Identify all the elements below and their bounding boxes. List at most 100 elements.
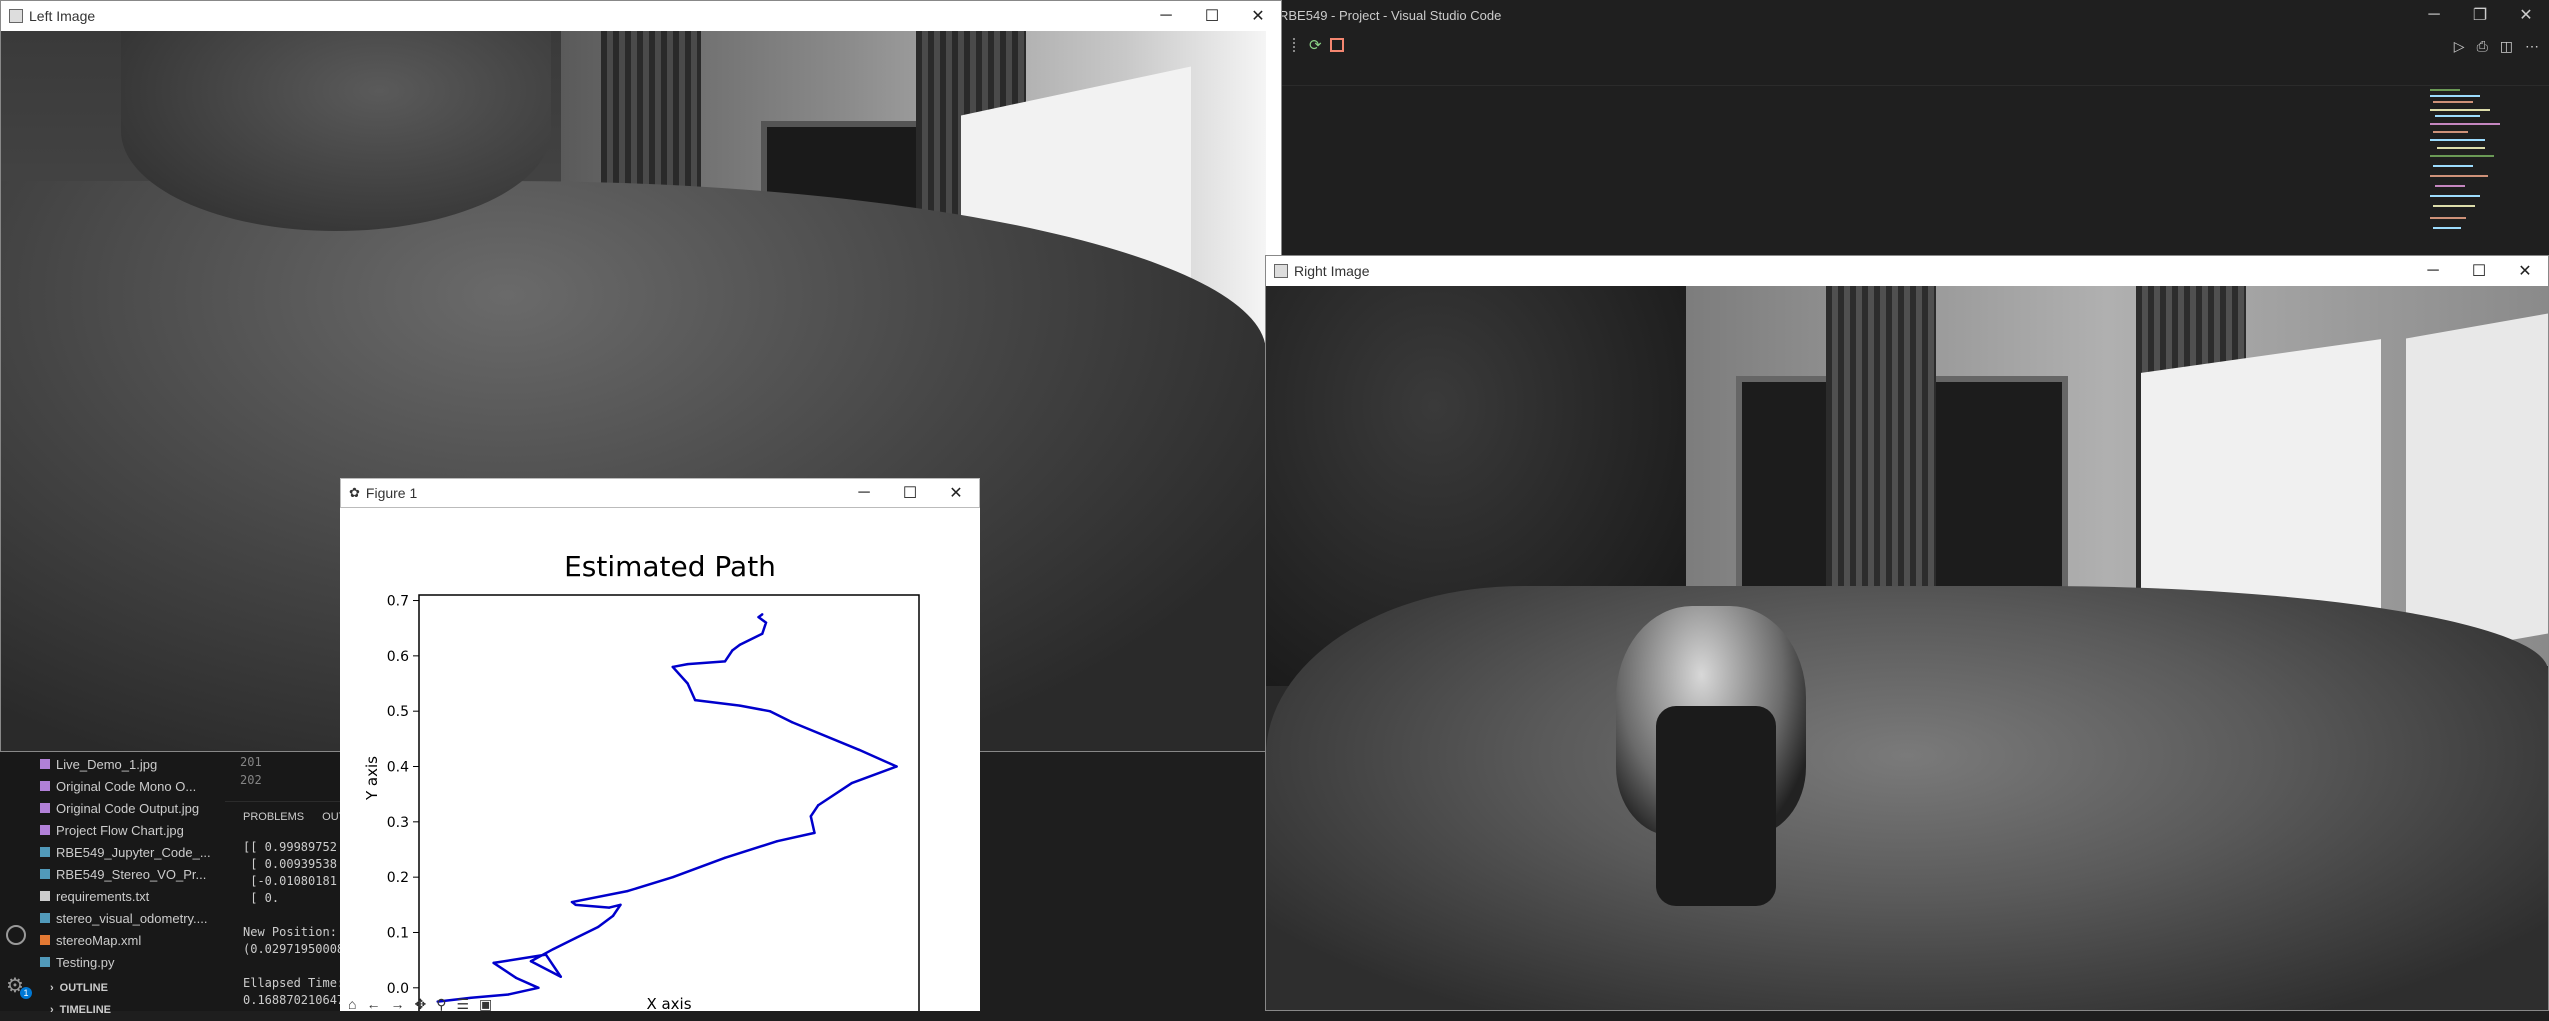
y-axis-label: Y axis [363, 756, 381, 801]
path-point [686, 662, 689, 666]
y-tick-label: 0.5 [387, 704, 409, 720]
home-icon[interactable]: ⌂ [348, 996, 356, 1011]
path-point [626, 889, 630, 893]
right-camera-image [1266, 286, 2548, 1010]
path-point [574, 936, 577, 940]
maximize-button[interactable]: ☐ [1189, 1, 1235, 31]
outline-section[interactable]: › OUTLINE [0, 977, 225, 999]
path-point [776, 839, 779, 843]
forward-icon[interactable]: → [390, 996, 404, 1011]
explorer-file-item[interactable]: Original Code Output.jpg [0, 797, 225, 819]
image-file-icon [40, 759, 50, 769]
maximize-button[interactable]: ☐ [887, 479, 933, 507]
path-point [738, 643, 742, 646]
stop-icon[interactable] [1329, 38, 1344, 52]
path-point [768, 709, 771, 713]
path-point [858, 748, 861, 752]
figure-canvas: Estimated Path X axis Y axis −0.010.000.… [340, 508, 980, 1011]
close-button[interactable]: ✕ [933, 479, 979, 507]
terminal-line: [ 0.00939538 [243, 857, 337, 871]
back-icon[interactable]: ← [366, 996, 380, 1011]
more-actions-icon[interactable]: ⋯ [2525, 38, 2539, 55]
y-tick-label: 0.4 [387, 760, 409, 776]
y-tick-label: 0.3 [387, 815, 409, 831]
image-file-icon [40, 825, 50, 835]
right-titlebar: Right Image ─ ☐ ✕ [1266, 256, 2548, 286]
vscode-title: RBE549 - Project - Visual Studio Code [1279, 7, 1502, 23]
text-file-icon [40, 891, 50, 901]
tab-problems[interactable]: PROBLEMS [243, 811, 304, 823]
explorer-file-item[interactable]: Live_Demo_1.jpg [0, 753, 225, 775]
figure-toolbar: ⌂ ← → ✥ ⚲ ☰ ▣ [340, 996, 988, 1011]
path-point [809, 815, 812, 818]
path-point [761, 632, 764, 635]
close-button[interactable]: ✕ [1235, 1, 1281, 31]
panel-separator [225, 801, 345, 802]
minimap[interactable] [2425, 85, 2515, 255]
image-file-icon [40, 781, 50, 791]
xml-file-icon [40, 935, 50, 945]
explorer-file-item[interactable]: Project Flow Chart.jpg [0, 819, 225, 841]
save-icon[interactable]: ▣ [479, 996, 492, 1011]
timeline-label: TIMELINE [59, 1004, 112, 1016]
drag-handle-icon[interactable] [1293, 38, 1301, 52]
pan-icon[interactable]: ✥ [414, 996, 426, 1011]
split-editor-icon[interactable]: ◫ [2500, 38, 2513, 55]
right-window-title: Right Image [1294, 263, 1370, 279]
explorer-file-item[interactable]: Original Code Mono O... [0, 775, 225, 797]
explorer-file-item[interactable]: stereo_visual_odometry.... [0, 907, 225, 929]
watch-strap [1656, 706, 1776, 906]
explorer-file-item[interactable]: RBE549_Stereo_VO_Pr... [0, 863, 225, 885]
minimize-button[interactable]: ─ [1143, 1, 1189, 31]
file-list: Live_Demo_1.jpg Original Code Mono O... Or… [0, 753, 225, 973]
chevron-right-icon: › [50, 982, 54, 994]
path-point [492, 961, 495, 965]
debug-toolbar: ⟳ [1293, 34, 1344, 56]
chart-title: Estimated Path [564, 550, 776, 583]
terminal-line: (0.02971950008 [243, 942, 345, 956]
y-tick-label: 0.0 [387, 981, 409, 997]
terminal-line: New Position: [243, 925, 337, 939]
zoom-icon[interactable]: ⚲ [436, 996, 446, 1011]
vscode-close-button[interactable]: ✕ [2503, 0, 2549, 30]
minimize-button[interactable]: ─ [2410, 256, 2456, 286]
path-point [596, 925, 600, 929]
terminal-line: [ 0. [243, 891, 280, 905]
arm [1266, 586, 2548, 1010]
maximize-button[interactable]: ☐ [2456, 256, 2502, 286]
path-point [757, 615, 760, 619]
configure-icon[interactable]: ☰ [456, 996, 469, 1011]
path-point [817, 804, 820, 807]
monitor [2406, 313, 2548, 659]
chevron-right-icon: › [50, 1004, 54, 1016]
terminal-line: 0.1688702106471 [243, 993, 352, 1007]
estimated-path-plot: Estimated Path X axis Y axis −0.010.000.… [363, 550, 920, 1011]
explorer-file-item[interactable]: RBE549_Jupyter_Code_... [0, 841, 225, 863]
explorer-file-item[interactable]: requirements.txt [0, 885, 225, 907]
path-point [738, 704, 742, 707]
explorer-file-item[interactable]: stereoMap.xml [0, 929, 225, 951]
curtain [1826, 286, 1936, 616]
restart-icon[interactable]: ⟳ [1309, 36, 1322, 54]
timeline-section[interactable]: › TIMELINE [0, 999, 225, 1021]
vscode-minimize-button[interactable]: ─ [2411, 0, 2457, 30]
notification-badge: 1 [20, 987, 32, 999]
left-window-title: Left Image [29, 8, 96, 24]
editor-panel-area: 201 202 PROBLEMS OUT [[ 0.99989752 [ 0.0… [225, 745, 351, 1011]
path-point [559, 975, 562, 978]
explorer-file-item[interactable]: Testing.py [0, 951, 225, 973]
print-icon[interactable]: ⎙ [2477, 38, 2488, 55]
path-point [574, 903, 577, 907]
path-point [611, 914, 615, 918]
account-icon[interactable] [6, 925, 26, 945]
close-button[interactable]: ✕ [2502, 256, 2548, 286]
minimize-button[interactable]: ─ [841, 479, 887, 507]
vscode-restore-button[interactable]: ❐ [2457, 0, 2503, 30]
path-point [723, 660, 727, 663]
run-icon[interactable]: ▷ [2454, 38, 2465, 55]
explorer-file-label: RBE549_Jupyter_Code_... [56, 844, 211, 860]
vscode-titlebar: RBE549 - Project - Visual Studio Code ─ … [1265, 0, 2549, 30]
terminal-line: [[ 0.99989752 [243, 840, 337, 854]
path-point [731, 649, 734, 652]
